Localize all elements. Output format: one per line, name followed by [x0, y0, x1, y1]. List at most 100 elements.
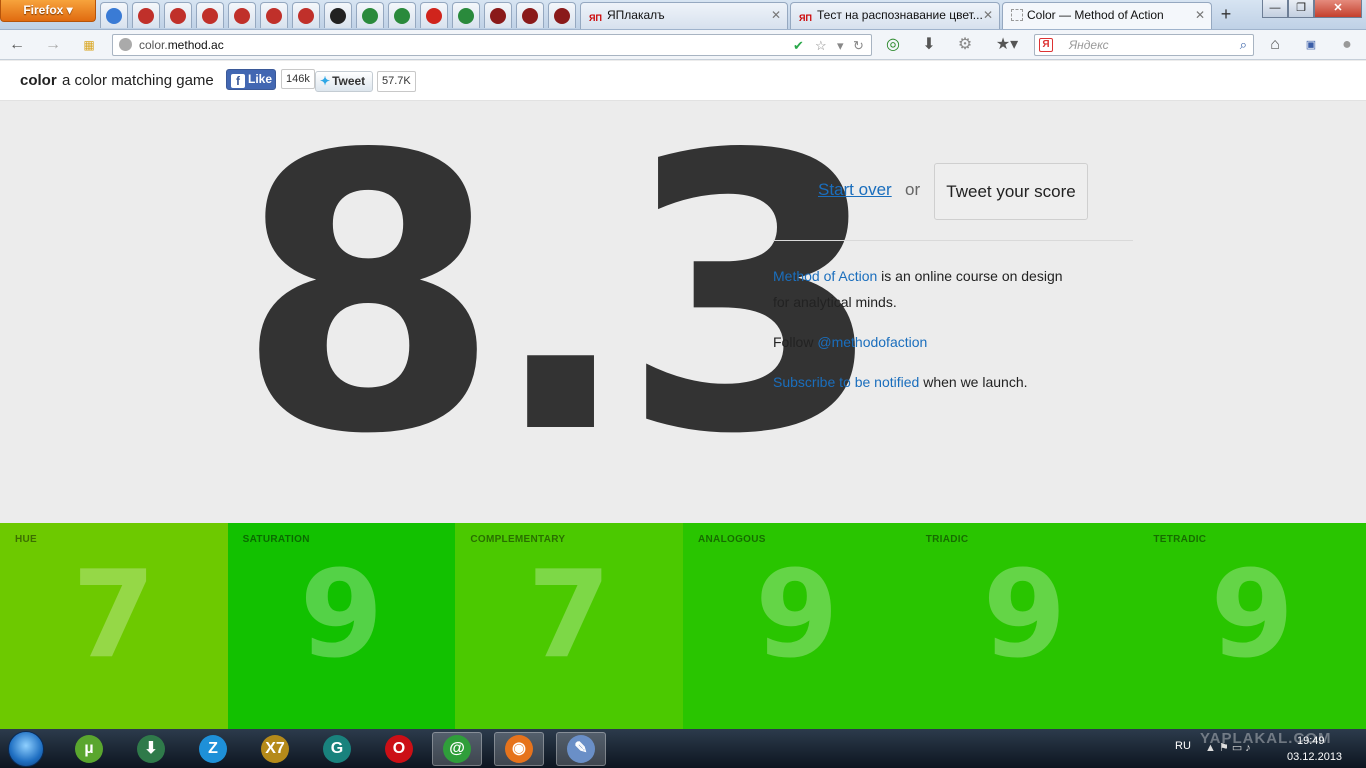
pinned-tab[interactable]	[292, 2, 320, 28]
start-over-link[interactable]: Start over	[818, 180, 892, 200]
method-of-action-link[interactable]: Method of Action	[773, 268, 877, 284]
tab-color-test[interactable]: ЯП Тест на распознавание цвет... ✕	[790, 2, 1000, 29]
course-text-a: is an online course on design	[877, 268, 1063, 284]
pinned-tab[interactable]	[164, 2, 192, 28]
blank-page-favicon	[1011, 9, 1023, 21]
category-saturation: SATURATION 9	[227, 523, 456, 729]
car-icon	[522, 7, 538, 24]
close-icon[interactable]: ✕	[1195, 3, 1205, 28]
pinned-tab[interactable]	[452, 2, 480, 28]
yaplakal-ie-icon	[170, 7, 186, 24]
utorrent-taskbar-button[interactable]: µ	[64, 732, 114, 766]
mail-agent-taskbar-button[interactable]: @	[432, 732, 482, 766]
pinned-tab[interactable]	[548, 2, 576, 28]
pinned-tab[interactable]	[260, 2, 288, 28]
maximize-button[interactable]: ❐	[1288, 0, 1314, 18]
utorrent-icon: µ	[75, 735, 103, 763]
forward-arrow-icon[interactable]: →	[42, 35, 64, 55]
category-hue: HUE 7	[0, 523, 228, 729]
close-icon[interactable]: ✕	[983, 3, 993, 28]
new-tab-button[interactable]: +	[1214, 4, 1238, 26]
firefox-icon: ◉	[505, 735, 533, 763]
x7-taskbar-button[interactable]: X7	[250, 732, 300, 766]
yaplakal-ie-icon	[138, 7, 154, 24]
bulb-icon[interactable]: ●	[1336, 35, 1358, 55]
colored-dots-icon	[458, 7, 474, 24]
minimize-button[interactable]: —	[1262, 0, 1288, 18]
clock-date[interactable]: 03.12.2013	[1287, 751, 1342, 763]
pinned-tab[interactable]	[420, 2, 448, 28]
mail-agent-icon: @	[443, 735, 471, 763]
firefox-taskbar-button[interactable]: ◉	[494, 732, 544, 766]
reload-icon[interactable]: ↻	[853, 36, 864, 56]
category-score: 9	[755, 546, 839, 685]
pinned-tab[interactable]	[228, 2, 256, 28]
download-master-taskbar-button[interactable]: ⬇	[126, 732, 176, 766]
yaplakal-ie-icon	[234, 7, 250, 24]
category-score: 7	[527, 546, 611, 685]
course-description: Method of Action is an online course on …	[773, 263, 1063, 315]
subscribe-line: Subscribe to be notified when we launch.	[773, 369, 1028, 395]
bookmark-star-icon[interactable]: ☆	[815, 36, 827, 56]
pinned-tab[interactable]	[356, 2, 384, 28]
divider	[773, 240, 1133, 241]
search-input[interactable]: Я Яндекс ⌕	[1034, 34, 1254, 56]
paint-taskbar-button[interactable]: ✎	[556, 732, 606, 766]
downloads-icon[interactable]: ⬇	[918, 35, 940, 55]
dropdown-icon[interactable]: ▾	[837, 36, 844, 56]
category-label: TETRADIC	[1153, 534, 1207, 545]
pinned-tab[interactable]	[516, 2, 544, 28]
tab-label: Тест на распознавание цвет...	[817, 8, 983, 22]
start-button[interactable]	[8, 731, 44, 767]
methodofaction-twitter-link[interactable]: @methodofaction	[817, 334, 927, 350]
windows-taskbar: µ ⬇ Z X7 G O @ ◉ ✎ RU ▲ ⚑ ▭ ♪ 19:49 03.12.2013	[0, 729, 1366, 768]
search-icon[interactable]: ⌕	[1240, 35, 1247, 55]
car-icon	[554, 7, 570, 24]
subscribe-link[interactable]: Subscribe to be notified	[773, 374, 919, 390]
pinned-tab[interactable]	[324, 2, 352, 28]
yaplakal-favicon: ЯП	[799, 13, 812, 23]
category-label: SATURATION	[242, 534, 310, 545]
yandex-icon: Я	[1039, 38, 1053, 52]
pvd-addon-icon[interactable]: ▣	[1300, 35, 1322, 55]
watermark: YAPLAKAL.COM	[1200, 730, 1332, 747]
pinned-tab[interactable]	[484, 2, 512, 28]
window-close-button[interactable]: ✕	[1314, 0, 1362, 18]
pinned-tab[interactable]	[100, 2, 128, 28]
course-text-b: for analytical minds.	[773, 294, 897, 310]
firefox-menu-button[interactable]: Firefox ▾	[0, 0, 96, 22]
addon-puzzle-icon[interactable]: ⚙	[954, 35, 976, 55]
category-label: COMPLEMENTARY	[470, 534, 566, 545]
bookmarks-menu-icon[interactable]: ★▾	[990, 35, 1024, 55]
tab-yaplakal[interactable]: ЯП ЯПлакалъ ✕	[580, 2, 788, 29]
zona-taskbar-button[interactable]: Z	[188, 732, 238, 766]
yaplakal-favicon: ЯП	[589, 13, 602, 23]
pinned-tab[interactable]	[388, 2, 416, 28]
opera-taskbar-button[interactable]: O	[374, 732, 424, 766]
yaplakal-ie-icon	[266, 7, 282, 24]
download-master-icon: ⬇	[137, 735, 165, 763]
score-area: 8.3 Start over or Tweet your score Metho…	[0, 102, 1366, 523]
paint-icon: ✎	[567, 735, 595, 763]
tab-label: Color — Method of Action	[1027, 8, 1164, 22]
back-arrow-icon[interactable]: ←	[6, 35, 28, 55]
firefox-menu-label: Firefox	[23, 3, 64, 17]
verified-check-icon[interactable]: ✔	[793, 36, 804, 56]
g-app-taskbar-button[interactable]: G	[312, 732, 362, 766]
addon-search-icon[interactable]: ◎	[882, 35, 904, 55]
pinned-tab[interactable]	[132, 2, 160, 28]
globe-icon	[119, 38, 132, 51]
or-text: or	[905, 180, 921, 199]
site-brand[interactable]: color	[20, 72, 57, 89]
tab-color-method-of-action[interactable]: Color — Method of Action ✕	[1002, 2, 1212, 29]
language-indicator[interactable]: RU	[1175, 740, 1191, 752]
category-analogous: ANALOGOUS 9	[683, 523, 911, 729]
pinned-tab[interactable]	[196, 2, 224, 28]
tweet-score-button[interactable]: Tweet your score	[934, 163, 1088, 220]
close-icon[interactable]: ✕	[771, 3, 781, 28]
category-score: 9	[982, 546, 1067, 685]
category-tetradic: TETRADIC 9	[1138, 523, 1366, 729]
address-bar[interactable]: color.method.ac ✔ ☆ ▾ ↻	[112, 34, 872, 56]
home-icon[interactable]: ⌂	[1264, 35, 1286, 55]
apps-grid-icon[interactable]: ▦	[78, 35, 100, 55]
